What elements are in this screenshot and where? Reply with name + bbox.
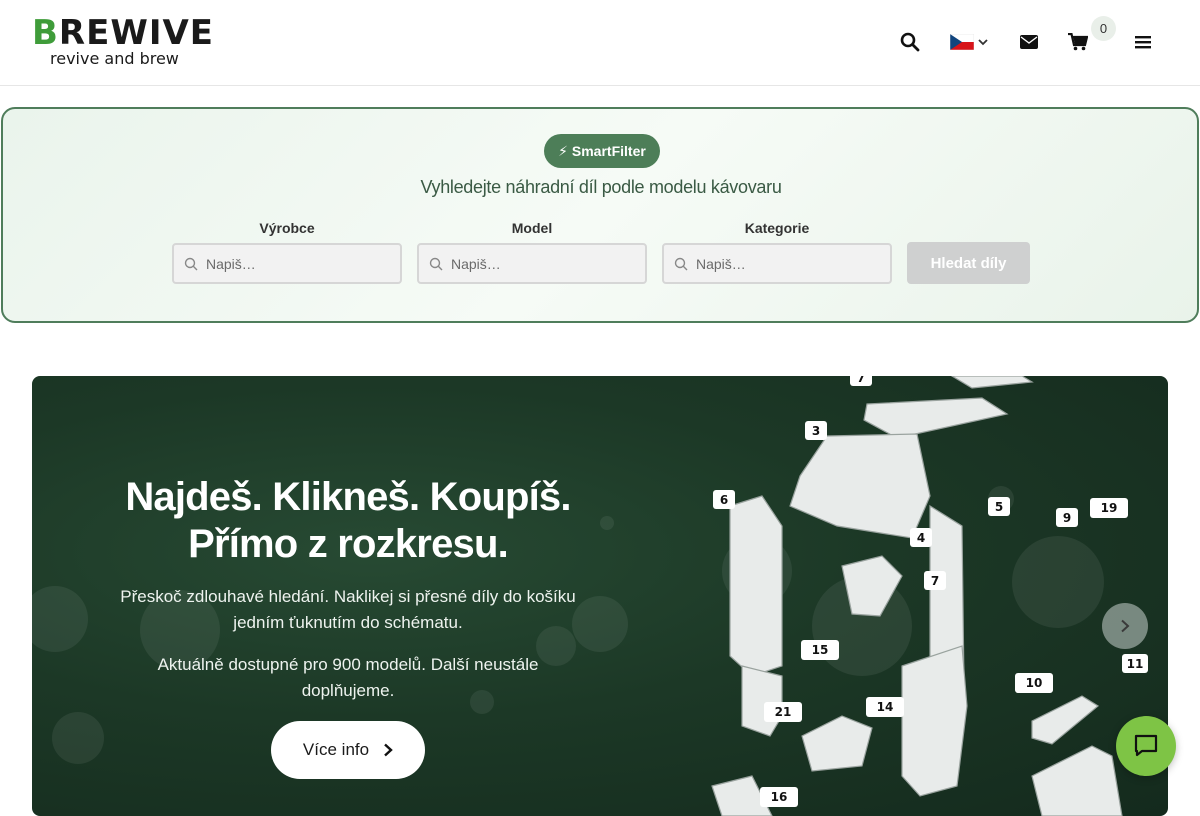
hero-title-line2: Přímo z rozkresu. — [188, 522, 509, 566]
smartfilter-subtitle: Vyhledejte náhradní díl podle modelu káv… — [420, 177, 782, 197]
diagram-label-text: 19 — [1101, 501, 1118, 515]
category-placeholder: Napiš… — [696, 255, 746, 272]
diagram-part[interactable] — [901, 645, 968, 797]
manufacturer-label: Výrobce — [259, 220, 315, 236]
model-placeholder: Napiš… — [451, 255, 501, 272]
chat-icon — [1134, 734, 1158, 757]
site-header: BREWIVE revive and brew 0 — [0, 0, 1200, 86]
more-info-label: Více info — [302, 740, 370, 759]
diagram-label-text: 21 — [775, 705, 792, 719]
diagram-label-text: 7 — [931, 574, 939, 588]
more-info-button[interactable]: Více info — [271, 721, 425, 779]
model-label: Model — [511, 220, 553, 236]
search-icon — [674, 257, 688, 270]
search-parts-button[interactable]: Hledat díly — [907, 242, 1030, 284]
menu-icon[interactable] — [1131, 30, 1155, 54]
hero-paragraph-1: Přeskoč zdlouhavé hledání. Naklikej si p… — [120, 587, 576, 632]
diagram-label-text: 11 — [1127, 657, 1144, 671]
chevron-right-icon — [1121, 619, 1130, 633]
diagram-part[interactable] — [863, 397, 1009, 439]
diagram-label-text: 4 — [917, 531, 925, 545]
category-label: Kategorie — [744, 220, 810, 236]
exploded-parts-diagram[interactable]: 7 3 6 5 9 19 4 7 15 10 11 21 14 16 — [612, 376, 1168, 816]
diagram-part[interactable] — [1031, 695, 1100, 745]
chat-button[interactable] — [1116, 716, 1176, 776]
brand-logo[interactable]: BREWIVE revive and brew — [32, 13, 215, 72]
diagram-part[interactable] — [801, 715, 873, 772]
chevron-down-icon[interactable] — [975, 30, 991, 54]
diagram-part[interactable] — [1031, 745, 1123, 816]
carousel-next-button[interactable] — [1102, 603, 1148, 649]
cart-icon[interactable] — [1066, 30, 1090, 54]
decor-bubble — [32, 586, 88, 652]
diagram-label-text: 3 — [812, 424, 820, 438]
diagram-label-text: 15 — [812, 643, 829, 657]
smartfilter-badge: ⚡ SmartFilter — [544, 134, 660, 168]
cart-count-badge: 0 — [1091, 16, 1116, 41]
manufacturer-placeholder: Napiš… — [206, 255, 256, 272]
manufacturer-input[interactable]: Napiš… — [172, 243, 402, 284]
diagram-part[interactable] — [729, 495, 783, 677]
search-icon — [184, 257, 198, 270]
diagram-part[interactable] — [841, 555, 903, 617]
hero-banner: Najdeš. Klikneš. Koupíš. Přímo z rozkres… — [32, 376, 1168, 816]
diagram-label-text: 6 — [720, 493, 728, 507]
decor-bubble — [52, 712, 104, 764]
diagram-label-text: 16 — [771, 790, 788, 804]
search-icon — [429, 257, 443, 270]
diagram-part[interactable] — [741, 665, 783, 737]
hero-title: Najdeš. Klikneš. Koupíš. Přímo z rozkres… — [98, 474, 598, 568]
chevron-right-icon — [384, 743, 393, 757]
model-input[interactable]: Napiš… — [417, 243, 647, 284]
diagram-label-text: 10 — [1026, 676, 1043, 690]
diagram-label-text: 14 — [877, 700, 894, 714]
hero-paragraph-2: Aktuálně dostupné pro 900 modelů. Další … — [157, 655, 539, 700]
diagram-part[interactable] — [789, 433, 931, 539]
diagram-label-text: 5 — [995, 500, 1003, 514]
logo-wordmark: BREWIVE — [32, 13, 215, 53]
category-input[interactable]: Napiš… — [662, 243, 892, 284]
smartfilter-panel: ⚡ SmartFilter Vyhledejte náhradní díl po… — [1, 107, 1199, 323]
flag-cz-icon[interactable] — [950, 34, 974, 50]
hero-title-line1: Najdeš. Klikneš. Koupíš. — [125, 475, 571, 519]
diagram-label-text: 7 — [857, 376, 865, 385]
diagram-part[interactable] — [950, 376, 1034, 389]
search-icon[interactable] — [898, 30, 922, 54]
diagram-label-text: 9 — [1063, 511, 1071, 525]
envelope-icon[interactable] — [1017, 30, 1041, 54]
